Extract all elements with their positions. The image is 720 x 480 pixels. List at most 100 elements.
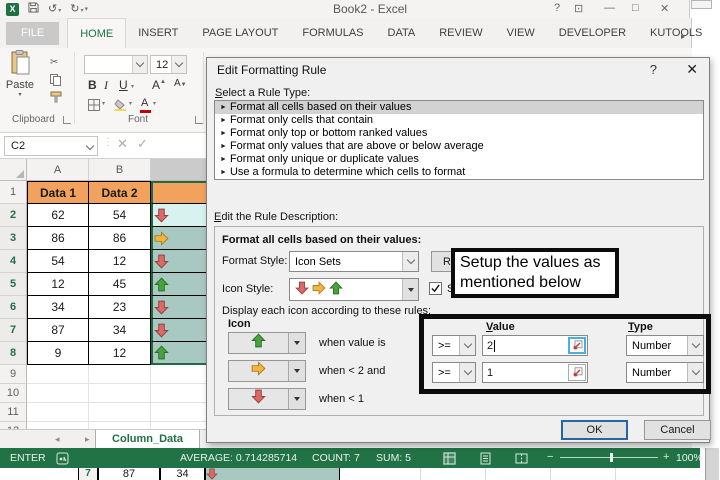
row-header-8[interactable]: 8: [0, 342, 27, 365]
tab-kutools[interactable]: KUTOOLS: [638, 18, 714, 48]
cut-icon[interactable]: ✂: [50, 55, 66, 70]
tab-developer[interactable]: DEVELOPER: [547, 18, 638, 48]
normal-view-icon[interactable]: [443, 451, 456, 465]
maximize-icon[interactable]: □: [632, 2, 639, 14]
tab-review[interactable]: REVIEW: [427, 18, 494, 48]
italic-button[interactable]: I: [104, 78, 108, 93]
format-style-select[interactable]: Icon Sets: [289, 251, 419, 272]
cancel-entry-icon[interactable]: ✕: [117, 136, 128, 152]
cell-B5[interactable]: 45: [89, 273, 151, 296]
icon-dropdown-icon[interactable]: [288, 361, 305, 381]
cell-B9[interactable]: [89, 365, 151, 384]
cell-A12[interactable]: [27, 422, 89, 429]
paste-button[interactable]: Paste ▾: [0, 48, 40, 110]
row-header-10[interactable]: 10: [0, 384, 27, 403]
fill-color-dropdown-icon[interactable]: ▾: [129, 100, 132, 107]
font-size-select[interactable]: 12: [150, 55, 187, 74]
cell-C11[interactable]: [151, 403, 213, 422]
cell-A9[interactable]: [27, 365, 89, 384]
borders-dropdown-icon[interactable]: ▾: [102, 100, 105, 107]
rule-type-item-1[interactable]: ► Format only cells that contain: [215, 114, 703, 127]
cell-C9[interactable]: [151, 365, 213, 384]
type-select-row-2[interactable]: Number: [626, 362, 704, 383]
cell-C3[interactable]: [151, 227, 213, 250]
minimize-icon[interactable]: —: [604, 2, 615, 14]
confirm-entry-icon[interactable]: ✓: [137, 136, 148, 152]
row-header-12[interactable]: 12: [0, 422, 27, 429]
redo-dropdown-icon[interactable]: ▾: [80, 8, 83, 14]
ok-button[interactable]: OK: [561, 420, 628, 440]
cell-C5[interactable]: [151, 273, 213, 296]
cell-B4[interactable]: 12: [89, 250, 151, 273]
close-icon[interactable]: ✕: [660, 2, 669, 15]
row-header-4[interactable]: 4: [0, 250, 27, 273]
icon-select-row-3[interactable]: [228, 388, 306, 410]
rule-type-item-4[interactable]: ► Format only unique or duplicate values: [215, 153, 703, 166]
cell-A10[interactable]: [27, 384, 89, 403]
select-all-corner[interactable]: [0, 159, 27, 180]
cell-B8[interactable]: 12: [89, 342, 151, 365]
zoom-slider-track[interactable]: [560, 457, 658, 458]
qat-customize-icon[interactable]: ▾: [84, 6, 88, 13]
row-header-2[interactable]: 2: [0, 204, 27, 227]
cell-C6[interactable]: [151, 296, 213, 319]
row-header-5[interactable]: 5: [0, 273, 27, 296]
rule-type-item-2[interactable]: ► Format only top or bottom ranked values: [215, 127, 703, 140]
cell-B3[interactable]: 86: [89, 227, 151, 250]
row-header-1[interactable]: 1: [0, 181, 27, 204]
cell-B6[interactable]: 23: [89, 296, 151, 319]
row-header-9[interactable]: 9: [0, 365, 27, 384]
cell-A7[interactable]: 87: [27, 319, 89, 342]
rule-type-item-5[interactable]: ► Use a formula to determine which cells …: [215, 166, 703, 179]
cell-C8[interactable]: [151, 342, 213, 365]
fill-color-icon[interactable]: [114, 97, 130, 112]
row-header-11[interactable]: 11: [0, 403, 27, 422]
tab-file[interactable]: FILE: [6, 22, 60, 45]
icon-style-select[interactable]: [289, 278, 419, 301]
tab-view[interactable]: VIEW: [495, 18, 547, 48]
tab-insert[interactable]: INSERT: [126, 18, 190, 48]
cell-A5[interactable]: 12: [27, 273, 89, 296]
shrink-font-button[interactable]: A▼: [174, 78, 187, 89]
cell-C10[interactable]: [151, 384, 213, 403]
cell-A1[interactable]: Data 1: [27, 181, 89, 204]
operator-select-row-2[interactable]: >=: [432, 362, 476, 383]
format-style-dropdown-icon[interactable]: [402, 252, 418, 271]
undo-dropdown-icon[interactable]: ▾: [58, 8, 61, 14]
operator-dropdown-icon[interactable]: [459, 363, 475, 382]
tab-data[interactable]: DATA: [376, 18, 428, 48]
font-name-dropdown-icon[interactable]: [132, 56, 147, 73]
tab-overflow-icon[interactable]: ▸: [681, 32, 690, 44]
cell-B12[interactable]: [89, 422, 151, 429]
dialog-close-icon[interactable]: ✕: [686, 61, 698, 78]
sheet-nav-prev-icon[interactable]: ◂: [55, 434, 60, 445]
rule-type-item-0[interactable]: ► Format all cells based on their values: [215, 101, 703, 114]
column-header-b[interactable]: B: [89, 159, 151, 180]
icon-style-dropdown-icon[interactable]: [402, 279, 418, 300]
page-break-view-icon[interactable]: [515, 452, 528, 465]
value-input-row-2[interactable]: 1: [482, 362, 588, 383]
row-header-3[interactable]: 3: [0, 227, 27, 250]
range-picker-icon[interactable]: [568, 337, 586, 354]
range-picker-icon[interactable]: [568, 364, 586, 381]
save-icon[interactable]: [28, 2, 39, 16]
name-box[interactable]: C2: [4, 136, 98, 156]
type-dropdown-icon[interactable]: [687, 336, 703, 355]
type-dropdown-icon[interactable]: [687, 363, 703, 382]
cell-B2[interactable]: 54: [89, 204, 151, 227]
cell-C12[interactable]: [151, 422, 213, 429]
cell-B10[interactable]: [89, 384, 151, 403]
grow-font-button[interactable]: A▲: [152, 78, 166, 92]
cell-B11[interactable]: [89, 403, 151, 422]
row-header-7[interactable]: 7: [0, 319, 27, 342]
cell-C2[interactable]: [151, 204, 213, 227]
ribbon-options-icon[interactable]: ⊡: [574, 2, 583, 15]
format-painter-icon[interactable]: [50, 89, 66, 104]
icon-dropdown-icon[interactable]: [288, 389, 305, 409]
name-box-dropdown-icon[interactable]: [85, 140, 95, 152]
font-size-dropdown-icon[interactable]: [171, 56, 186, 73]
page-layout-view-icon[interactable]: [479, 452, 492, 465]
operator-dropdown-icon[interactable]: [459, 336, 475, 355]
font-color-button[interactable]: A: [141, 97, 148, 109]
column-header-a[interactable]: A: [27, 159, 89, 180]
